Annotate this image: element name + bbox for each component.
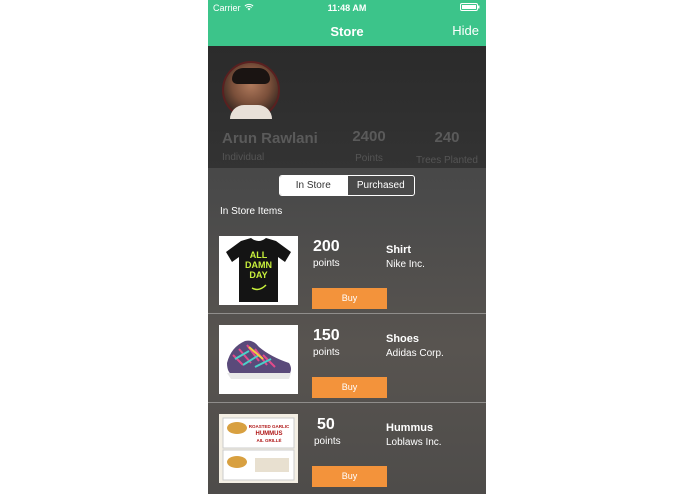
item-divider (208, 402, 486, 403)
item-name: Shoes (386, 333, 420, 345)
profile-header: Arun Rawlani Individual 2400 Points 240 … (208, 46, 486, 168)
battery-icon (460, 3, 480, 11)
item-points: 200 (313, 238, 340, 255)
shirt-print-line-2: DAMN (245, 260, 272, 270)
points-stat-label: Points (355, 153, 383, 164)
store-screen: Carrier 11:48 AM Store Hide Arun Rawlani… (208, 0, 486, 494)
points-stat-value: 2400 (352, 128, 386, 145)
avatar-hair-shape (232, 68, 270, 84)
item-points-label: points (314, 436, 341, 447)
hummus-label-line-2: HUMMUS (256, 431, 283, 437)
hide-button[interactable]: Hide (452, 23, 479, 38)
avatar-shirt-shape (230, 105, 272, 119)
list-item: ALL DAMN DAY 200 points Shirt Nike Inc. … (208, 236, 486, 325)
item-points-label: points (313, 258, 340, 269)
list-item: 150 points Shoes Adidas Corp. Buy (208, 325, 486, 414)
navigation-bar: Carrier 11:48 AM Store Hide (208, 0, 486, 46)
list-item: ROASTED GARLIC HUMMUS AIL GRILLÉ 50 poin… (208, 414, 486, 494)
trees-stat-label: Trees Planted (416, 155, 478, 166)
item-name: Hummus (386, 422, 434, 434)
item-points: 50 (317, 416, 335, 433)
page-title: Store (330, 24, 364, 39)
buy-button[interactable]: Buy (312, 466, 387, 487)
status-bar: Carrier 11:48 AM (208, 0, 486, 15)
item-points: 150 (313, 327, 340, 344)
trees-stat-value: 240 (434, 129, 460, 146)
item-divider (208, 313, 486, 314)
store-segmented-control: In Store Purchased (279, 175, 415, 196)
shoes-image (219, 325, 298, 394)
shirt-print-line-3: DAY (249, 270, 267, 280)
item-brand: Nike Inc. (386, 259, 425, 270)
profile-type: Individual (222, 152, 265, 163)
tab-in-store[interactable]: In Store (280, 176, 347, 195)
buy-button[interactable]: Buy (312, 288, 387, 309)
item-brand: Loblaws Inc. (386, 437, 442, 448)
shoes-picture (219, 325, 298, 394)
tab-purchased[interactable]: Purchased (346, 176, 415, 195)
shirt-print-line-1: ALL (250, 250, 268, 260)
item-points-label: points (313, 347, 340, 358)
profile-name: Arun Rawlani (222, 130, 318, 147)
shirt-image: ALL DAMN DAY (219, 236, 298, 305)
hummus-image: ROASTED GARLIC HUMMUS AIL GRILLÉ (219, 414, 298, 483)
avatar (222, 61, 280, 119)
shirt-picture: ALL DAMN DAY (219, 236, 298, 305)
buy-button[interactable]: Buy (312, 377, 387, 398)
status-time: 11:48 AM (327, 3, 367, 13)
item-name: Shirt (386, 244, 412, 256)
section-title: In Store Items (220, 206, 283, 217)
item-brand: Adidas Corp. (386, 348, 444, 359)
hummus-picture: ROASTED GARLIC HUMMUS AIL GRILLÉ (219, 414, 298, 483)
hummus-label-line-1: ROASTED GARLIC (249, 424, 290, 429)
hummus-label-line-3: AIL GRILLÉ (257, 436, 282, 443)
